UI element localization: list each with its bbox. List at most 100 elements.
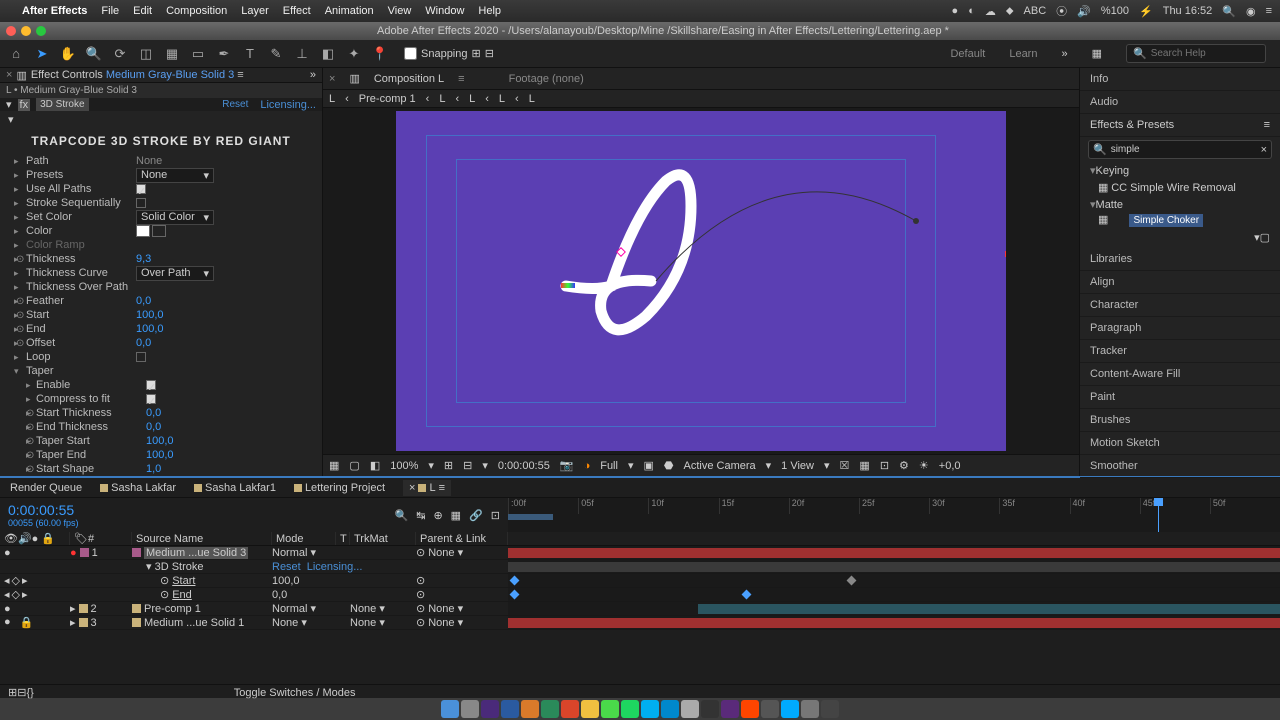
pickwhip-icon[interactable]: ⊙: [416, 616, 425, 629]
region-icon[interactable]: ▣: [643, 459, 653, 472]
eraser-tool-icon[interactable]: ◧: [318, 44, 338, 64]
zoom-button[interactable]: [36, 26, 46, 36]
pickwhip-icon[interactable]: ⊙: [416, 602, 425, 615]
panel-info[interactable]: Info: [1080, 68, 1280, 91]
parent-select[interactable]: None ▾: [428, 602, 463, 615]
camera-select[interactable]: Active Camera: [684, 460, 756, 472]
ruler-tick[interactable]: 05f: [578, 498, 648, 514]
next-kf-icon[interactable]: ▸: [22, 588, 28, 601]
orbit-tool-icon[interactable]: ⟳: [110, 44, 130, 64]
ruler-tick[interactable]: 40f: [1070, 498, 1140, 514]
menu-view[interactable]: View: [388, 5, 412, 17]
panel-effects-presets[interactable]: Effects & Presets: [1090, 119, 1174, 131]
tl-tool-icon[interactable]: 🔗: [469, 509, 483, 522]
stopwatch-icon[interactable]: ⊙: [160, 588, 169, 601]
tl-search-icon[interactable]: 🔍: [395, 509, 409, 522]
pickwhip-icon[interactable]: ⊙: [416, 546, 425, 559]
breadcrumb-item[interactable]: L: [529, 93, 535, 105]
parent-select[interactable]: None ▾: [428, 616, 463, 629]
dock-app-icon[interactable]: [801, 700, 819, 718]
puppet-tool-icon[interactable]: 📍: [370, 44, 390, 64]
menu-layer[interactable]: Layer: [241, 5, 269, 17]
battery-icon[interactable]: ⚡: [1139, 5, 1153, 18]
panel-menu-icon[interactable]: »: [310, 69, 316, 81]
prop-checkbox[interactable]: [136, 352, 146, 362]
menu-effect[interactable]: Effect: [283, 5, 311, 17]
licensing-link[interactable]: Licensing...: [307, 561, 363, 573]
shape-tool-icon[interactable]: ▭: [188, 44, 208, 64]
effect-name[interactable]: 3D Stroke: [36, 98, 88, 111]
res-icon[interactable]: ⊞: [444, 459, 453, 472]
zoom-level[interactable]: 100%: [390, 460, 418, 472]
layer-handle[interactable]: [1005, 251, 1006, 257]
dock-app-icon[interactable]: [681, 700, 699, 718]
tab-comp[interactable]: Sasha Lakfar: [111, 482, 176, 494]
layer-name[interactable]: Medium ...ue Solid 3: [144, 547, 248, 559]
speaker-icon[interactable]: 🔊: [18, 532, 32, 545]
tl-tool-icon[interactable]: ⊡: [491, 509, 500, 522]
prop-value[interactable]: 0,0: [146, 407, 161, 419]
breadcrumb-item[interactable]: Pre-comp 1: [359, 93, 416, 105]
reset-link[interactable]: Reset: [272, 561, 301, 573]
panel-align[interactable]: Align: [1080, 271, 1280, 294]
channel-icon[interactable]: ▢: [349, 459, 359, 472]
dock-app-icon[interactable]: [781, 700, 799, 718]
prop-value[interactable]: 100,0: [272, 575, 300, 587]
toggle-switches[interactable]: Toggle Switches / Modes: [234, 687, 356, 699]
siri-icon[interactable]: ◉: [1246, 5, 1256, 18]
prop-value[interactable]: 1,0: [146, 463, 161, 475]
apply-icon[interactable]: ▾▢: [1254, 232, 1270, 244]
alpha-icon[interactable]: ▦: [329, 459, 339, 472]
vb-icon[interactable]: ⚙: [899, 459, 909, 472]
reset-link[interactable]: Reset: [222, 99, 248, 110]
volume-icon[interactable]: 🔊: [1077, 5, 1091, 18]
eye-toggle[interactable]: ●: [4, 616, 11, 629]
prop-value[interactable]: 0,0: [146, 421, 161, 433]
panel-smoother[interactable]: Smoother: [1080, 455, 1280, 478]
prop-value[interactable]: 100,0: [136, 323, 164, 335]
layer-name[interactable]: Medium ...ue Solid 1: [144, 617, 244, 629]
ruler-tick[interactable]: 30f: [929, 498, 999, 514]
composition-viewport[interactable]: [323, 108, 1079, 454]
vb-icon[interactable]: ▦: [859, 459, 869, 472]
dock-finder-icon[interactable]: [441, 700, 459, 718]
parent-select[interactable]: None ▾: [428, 546, 463, 559]
menu-icon[interactable]: ≡: [1266, 5, 1272, 17]
dock-telegram-icon[interactable]: [661, 700, 679, 718]
tl-foot-icon[interactable]: {}: [26, 687, 33, 699]
search-help-input[interactable]: [1151, 48, 1259, 59]
roto-tool-icon[interactable]: ✦: [344, 44, 364, 64]
snapshot-icon[interactable]: 📷: [560, 459, 574, 472]
pickwhip-icon[interactable]: ⊙: [416, 575, 425, 587]
dock-ai-icon[interactable]: [521, 700, 539, 718]
selection-tool-icon[interactable]: ➤: [32, 44, 52, 64]
status-icon[interactable]: ◐: [968, 5, 975, 17]
prop-checkbox[interactable]: ✓: [136, 184, 146, 194]
eye-toggle[interactable]: ●: [4, 547, 11, 559]
ruler-tick[interactable]: 25f: [859, 498, 929, 514]
ruler-tick[interactable]: :00f: [508, 498, 578, 514]
current-time-indicator[interactable]: [1158, 498, 1159, 532]
app-name[interactable]: After Effects: [22, 5, 87, 17]
exposure-value[interactable]: +0,0: [939, 460, 961, 472]
rotate-tool-icon[interactable]: ◫: [136, 44, 156, 64]
camera-tool-icon[interactable]: ▦: [162, 44, 182, 64]
tl-tool-icon[interactable]: ⊕: [433, 509, 442, 522]
breadcrumb-item[interactable]: L: [499, 93, 505, 105]
comp-mini-icon[interactable]: ▥: [349, 72, 359, 85]
prop-name[interactable]: Start: [172, 575, 195, 587]
dock-skype-icon[interactable]: [641, 700, 659, 718]
prop-select[interactable]: Over Path▾: [136, 266, 214, 281]
fx-badge-icon[interactable]: fx: [18, 99, 31, 111]
breadcrumb-item[interactable]: L: [469, 93, 475, 105]
tab-comp-active[interactable]: L: [429, 482, 435, 494]
workspace-default[interactable]: Default: [950, 48, 985, 60]
zoom-tool-icon[interactable]: 🔍: [84, 44, 104, 64]
ruler-tick[interactable]: 45f: [1140, 498, 1210, 514]
dock-app-icon[interactable]: [761, 700, 779, 718]
trkmat-select[interactable]: None ▾: [350, 603, 385, 615]
twirl-icon[interactable]: ▾: [0, 114, 14, 126]
layer-effect[interactable]: ▾ 3D Stroke: [132, 560, 272, 573]
spotlight-icon[interactable]: 🔍: [1222, 5, 1236, 18]
timecode[interactable]: 0:00:00:55: [8, 502, 79, 518]
